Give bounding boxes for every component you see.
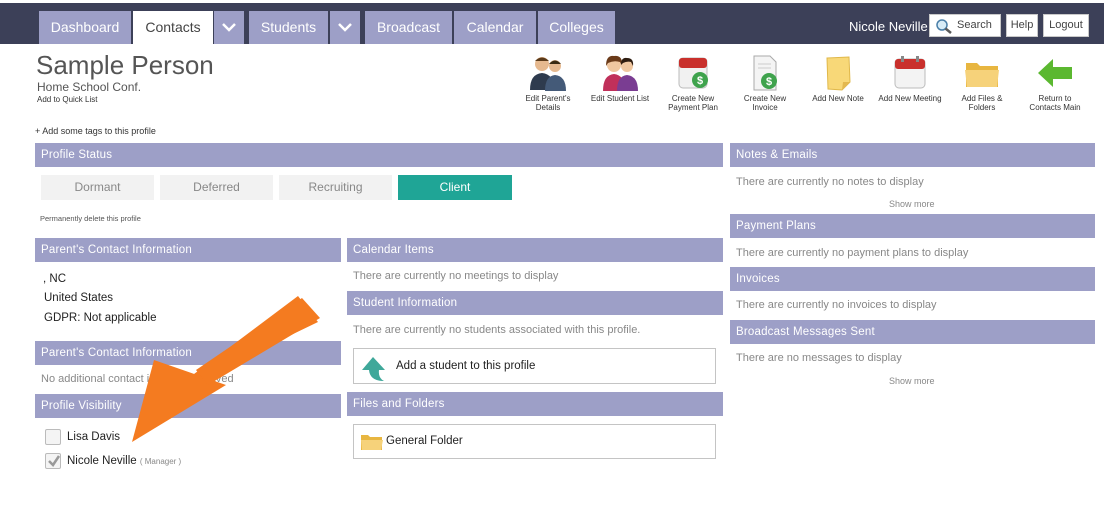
status-option-client[interactable]: Client [398,175,512,200]
up-arrow-icon [362,357,385,381]
status-option-dormant[interactable]: Dormant [41,175,154,200]
broadcast-empty-text: There are no messages to display [736,352,902,364]
folder-name: General Folder [386,435,463,447]
parent-contact-header: Parent's Contact Information [35,238,341,262]
tab-contacts[interactable]: Contacts [133,11,213,44]
note-icon [818,54,858,92]
broadcast-sent-header: Broadcast Messages Sent [730,320,1095,344]
add-student-label: Add a student to this profile [396,360,536,372]
tab-students[interactable]: Students [249,11,328,44]
status-option-deferred[interactable]: Deferred [160,175,273,200]
notes-empty-text: There are currently no notes to display [736,176,924,188]
tab-colleges[interactable]: Colleges [538,11,615,44]
general-folder-item[interactable]: General Folder [353,424,716,459]
additional-contact-empty: No additional contact information saved [41,373,234,385]
payment-plan-icon: $ [673,54,713,92]
add-tags-link[interactable]: + Add some tags to this profile [35,126,156,136]
notes-show-more-link[interactable]: Show more [889,199,935,209]
student-empty-text: There are currently no students associat… [353,324,641,336]
add-files-folders-button[interactable]: Add Files & Folders [950,54,1014,112]
visibility-user-name: Nicole Neville [67,455,137,467]
visibility-user-label: Nicole Neville ( Manager ) [67,455,181,467]
students-icon [600,54,640,92]
profile-visibility-header: Profile Visibility [35,394,341,418]
parent-contact-2-header: Parent's Contact Information [35,341,341,365]
files-folders-header: Files and Folders [347,392,723,416]
calendar-empty-text: There are currently no meetings to displ… [353,270,559,282]
visibility-user-role: ( Manager ) [139,457,182,466]
contact-address: , NC [43,273,66,285]
create-payment-plan-label: Create New Payment Plan [668,94,718,112]
calendar-items-header: Calendar Items [347,238,723,262]
help-button[interactable]: Help [1006,14,1038,37]
folder-icon [361,435,383,450]
svg-text:$: $ [697,75,703,87]
checkmark-icon [48,455,61,467]
parents-icon [528,54,568,92]
invoices-header: Invoices [730,267,1095,291]
invoices-empty-text: There are currently no invoices to displ… [736,299,937,311]
edit-student-list-button[interactable]: Edit Student List [588,54,652,103]
calendar-icon [890,54,930,92]
annotation-arrow-icon [132,296,320,442]
create-invoice-button[interactable]: $ Create New Invoice [733,54,797,112]
delete-profile-link[interactable]: Permanently delete this profile [40,214,141,223]
search-label: Search [957,19,992,31]
visibility-user-label: Lisa Davis [67,431,121,443]
return-to-contacts-button[interactable]: Return to Contacts Main [1023,54,1087,112]
chevron-down-icon [222,23,236,32]
tab-calendar[interactable]: Calendar [454,11,536,44]
edit-parents-details-button[interactable]: Edit Parent's Details [516,54,580,112]
visibility-checkbox-nicole-neville[interactable] [45,453,61,469]
payment-plans-empty-text: There are currently no payment plans to … [736,247,969,259]
back-arrow-icon [1035,54,1075,92]
return-to-contacts-label: Return to Contacts Main [1029,94,1081,112]
svg-text:$: $ [766,76,772,88]
page-title: Sample Person [36,50,214,80]
tab-broadcast[interactable]: Broadcast [365,11,452,44]
visibility-checkbox-lisa-davis[interactable] [45,429,61,445]
notes-emails-header: Notes & Emails [730,143,1095,167]
add-meeting-button[interactable]: Add New Meeting [878,54,942,103]
create-invoice-label: Create New Invoice [743,94,787,112]
students-dropdown-button[interactable] [330,11,360,44]
broadcast-show-more-link[interactable]: Show more [889,376,935,386]
search-button[interactable]: Search [929,14,1001,37]
search-icon [936,19,952,34]
edit-parents-details-label: Edit Parent's Details [525,94,571,112]
contact-gdpr: GDPR: Not applicable [44,312,157,324]
tab-dashboard[interactable]: Dashboard [39,11,131,44]
profile-subtitle: Home School Conf. [37,80,142,94]
add-note-button[interactable]: Add New Note [806,54,870,103]
add-to-quick-list-link[interactable]: Add to Quick List [37,95,97,104]
payment-plans-header: Payment Plans [730,214,1095,238]
current-user-name[interactable]: Nicole Neville [849,19,928,34]
add-meeting-label: Add New Meeting [878,94,942,103]
invoice-icon: $ [745,54,785,92]
contact-country: United States [44,292,114,304]
edit-student-list-label: Edit Student List [590,94,650,103]
student-information-header: Student Information [347,291,723,315]
create-payment-plan-button[interactable]: $ Create New Payment Plan [661,54,725,112]
folder-icon [962,54,1002,92]
logout-button[interactable]: Logout [1043,14,1089,37]
chevron-down-icon [338,23,352,32]
contacts-dropdown-button[interactable] [214,11,244,44]
add-student-button[interactable]: Add a student to this profile [353,348,716,384]
add-files-folders-label: Add Files & Folders [961,94,1003,112]
status-option-recruiting[interactable]: Recruiting [279,175,392,200]
add-note-label: Add New Note [812,94,864,103]
top-navigation-bar: Dashboard Contacts Students Broadcast Ca… [0,0,1104,44]
profile-status-header: Profile Status [35,143,723,167]
